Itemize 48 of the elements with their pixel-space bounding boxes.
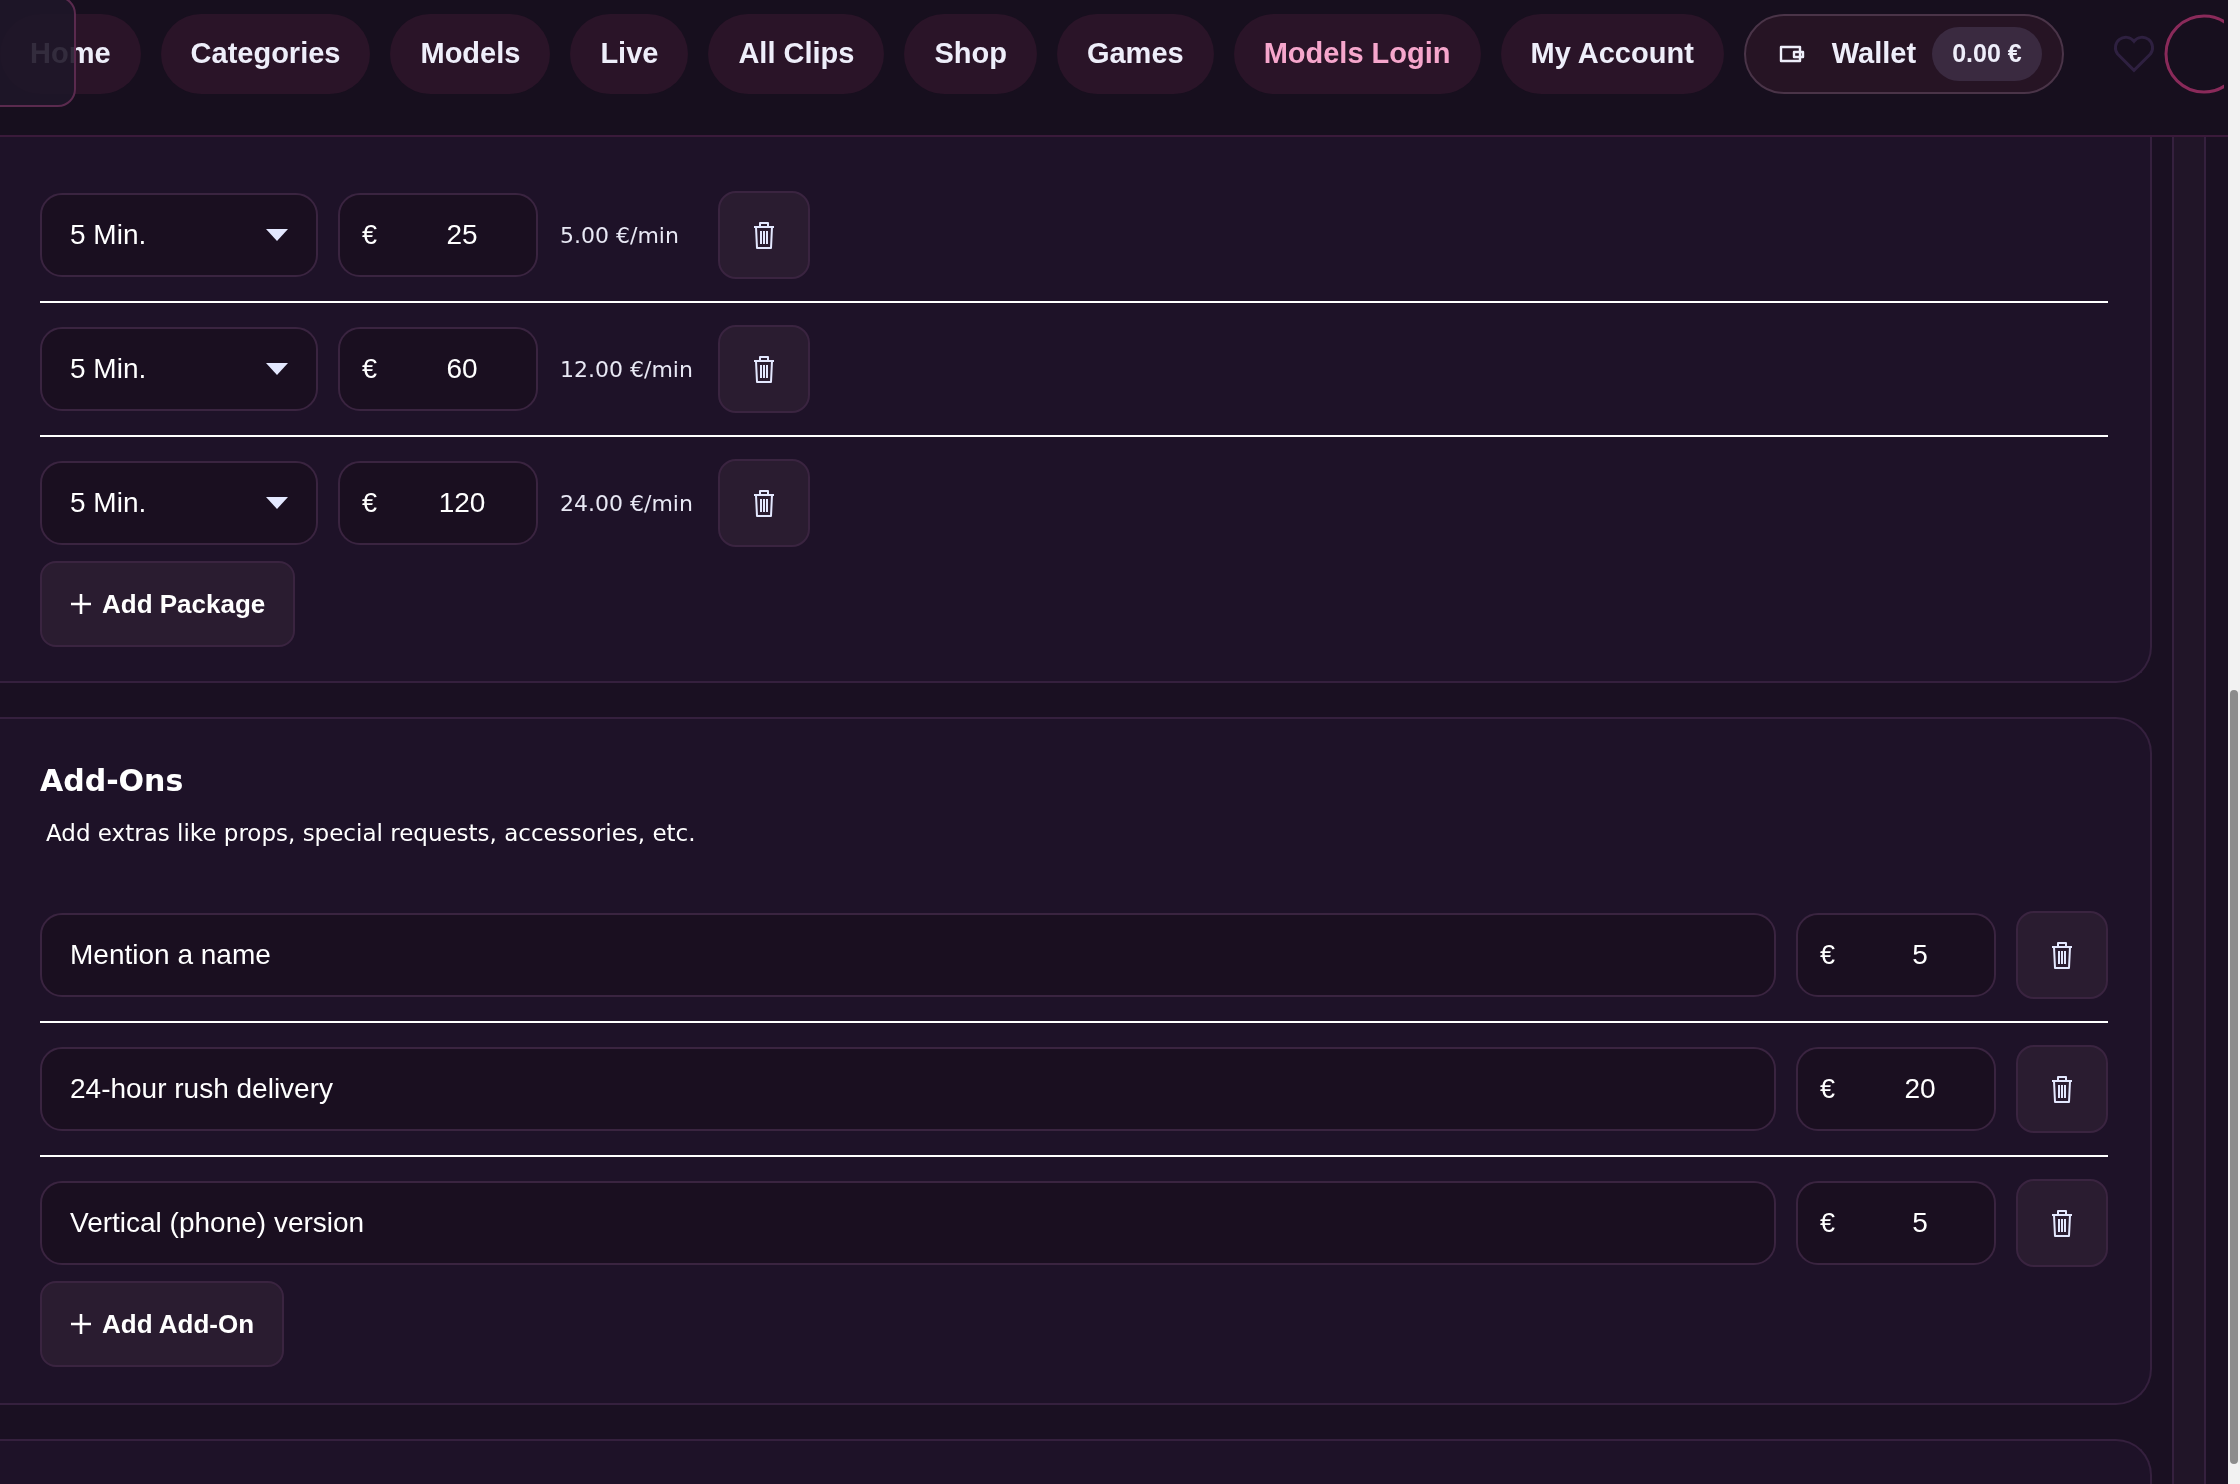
add-package-button[interactable]: Add Package bbox=[40, 561, 296, 647]
caret-icon bbox=[266, 363, 288, 375]
nav-link[interactable]: All Clips bbox=[708, 14, 885, 94]
price-field[interactable]: € 25 bbox=[338, 193, 538, 277]
nav-link[interactable]: My Account bbox=[1500, 14, 1724, 94]
price-field[interactable]: € 60 bbox=[338, 327, 538, 411]
rate-text: 5.00 €/min bbox=[560, 221, 680, 250]
delete-button[interactable] bbox=[2016, 911, 2108, 999]
trash-icon bbox=[752, 488, 776, 518]
rate-text: 24.00 €/min bbox=[560, 489, 694, 518]
section-title: Add-Ons bbox=[40, 762, 185, 800]
nav-link[interactable]: Models Login bbox=[1233, 14, 1481, 94]
delete-button[interactable] bbox=[718, 459, 810, 547]
add-add-on-button[interactable]: Add Add-On bbox=[40, 1281, 285, 1367]
nav-link[interactable]: Shop bbox=[904, 14, 1037, 94]
trash-icon bbox=[2050, 1208, 2074, 1238]
section-description: Add extras like props, special requests, accessories, etc. bbox=[46, 819, 697, 848]
wallet-button[interactable]: Wallet 0.00 € bbox=[1743, 14, 2064, 94]
nav-link[interactable]: Categories bbox=[160, 14, 371, 94]
duration-dropdown[interactable]: 5 Min. bbox=[40, 193, 318, 277]
trash-icon bbox=[2050, 940, 2074, 970]
delete-button[interactable] bbox=[2016, 1045, 2108, 1133]
caret-icon bbox=[266, 497, 288, 509]
delete-button[interactable] bbox=[2016, 1179, 2108, 1267]
balance-badge: 0.00 € bbox=[1932, 27, 2042, 81]
price-field[interactable]: € 5 bbox=[1796, 913, 1996, 997]
plus-icon bbox=[70, 593, 92, 615]
duration-dropdown[interactable]: 5 Min. bbox=[40, 461, 318, 545]
delete-button[interactable] bbox=[718, 325, 810, 413]
caret-icon bbox=[266, 229, 288, 241]
wallet-icon bbox=[1777, 43, 1806, 65]
trash-icon bbox=[2050, 1074, 2074, 1104]
add-on-name-field[interactable]: Vertical (phone) version bbox=[40, 1181, 1776, 1265]
delete-button[interactable] bbox=[718, 191, 810, 279]
nav-link[interactable]: Models bbox=[390, 14, 551, 94]
nav-link[interactable]: Games bbox=[1056, 14, 1214, 94]
price-field[interactable]: € 5 bbox=[1796, 1181, 1996, 1265]
nav-link[interactable]: Live bbox=[570, 14, 689, 94]
trash-icon bbox=[752, 220, 776, 250]
add-on-name-field[interactable]: 24-hour rush delivery bbox=[40, 1047, 1776, 1131]
price-field[interactable]: € 20 bbox=[1796, 1047, 1996, 1131]
rate-text: 12.00 €/min bbox=[560, 355, 694, 384]
add-on-name-field[interactable]: Mention a name bbox=[40, 913, 1776, 997]
price-field[interactable]: € 120 bbox=[338, 461, 538, 545]
duration-dropdown[interactable]: 5 Min. bbox=[40, 327, 318, 411]
scrollbar[interactable] bbox=[2228, 0, 2240, 1484]
plus-icon bbox=[70, 1313, 92, 1335]
trash-icon bbox=[752, 354, 776, 384]
